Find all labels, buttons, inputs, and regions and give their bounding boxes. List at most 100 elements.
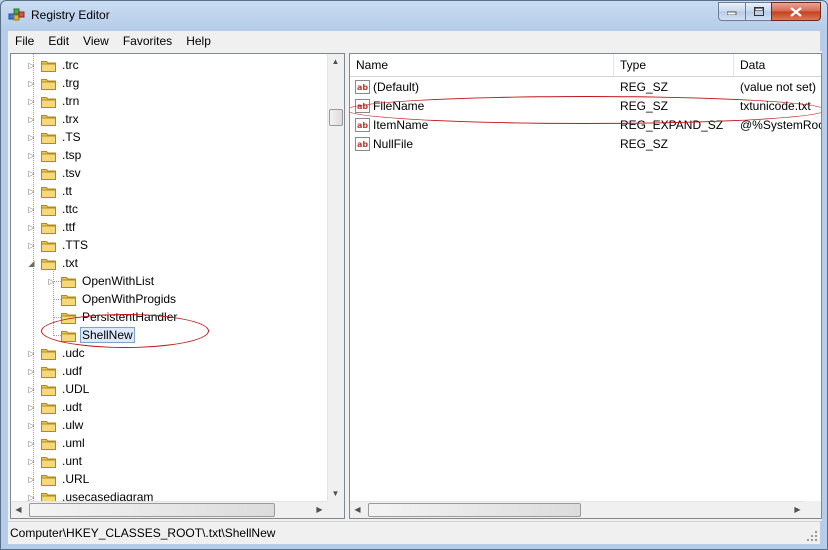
tree-item[interactable]: ▷ .trx — [27, 110, 81, 128]
expand-arrow-icon[interactable]: ▷ — [27, 223, 36, 232]
tree-item-label[interactable]: .TS — [60, 129, 83, 145]
menu-edit[interactable]: Edit — [41, 34, 76, 48]
tree-item-label[interactable]: .ttc — [60, 201, 80, 217]
list-horizontal-scrollbar[interactable]: ◀ ▶ — [350, 501, 805, 518]
tree-item-label[interactable]: OpenWithProgids — [80, 291, 178, 307]
minimize-button[interactable] — [718, 2, 745, 21]
value-type: REG_EXPAND_SZ — [620, 118, 724, 132]
tree-subitem[interactable]: OpenWithProgids — [47, 290, 178, 308]
tree-item[interactable]: ▷ .udt — [27, 398, 84, 416]
tree-hscroll-thumb[interactable] — [29, 503, 275, 517]
expand-arrow-icon[interactable]: ▷ — [27, 205, 36, 214]
list-hscroll-thumb[interactable] — [368, 503, 581, 517]
tree-item-label[interactable]: .ulw — [60, 417, 85, 433]
tree-item-label[interactable]: .TTS — [60, 237, 90, 253]
maximize-button[interactable] — [745, 2, 771, 21]
expand-arrow-icon[interactable]: ▷ — [27, 367, 36, 376]
tree-item[interactable]: ▷ .UDL — [27, 380, 91, 398]
expand-arrow-icon[interactable]: ▷ — [27, 241, 36, 250]
tree-item-label[interactable]: .udt — [60, 399, 84, 415]
menu-view[interactable]: View — [76, 34, 116, 48]
menu-help[interactable]: Help — [179, 34, 218, 48]
tree-item[interactable]: ▷ .tsp — [27, 146, 83, 164]
value-data: @%SystemRoot% — [740, 118, 821, 132]
tree-item-label[interactable]: .tt — [60, 183, 74, 199]
tree-subitem[interactable]: ▷ OpenWithList — [47, 272, 156, 290]
scroll-up-icon[interactable]: ▲ — [328, 54, 343, 69]
tree-item[interactable]: ▷ .ttf — [27, 218, 77, 236]
tree-item[interactable]: ▷ .tt — [27, 182, 74, 200]
tree-item-label[interactable]: .tsp — [60, 147, 83, 163]
tree-item-label[interactable]: .uml — [60, 435, 87, 451]
tree-item-label[interactable]: .trx — [60, 111, 81, 127]
expand-arrow-icon[interactable]: ▷ — [27, 403, 36, 412]
expand-arrow-icon[interactable]: ▷ — [27, 187, 36, 196]
expand-arrow-icon[interactable]: ▷ — [27, 61, 36, 70]
scroll-right-icon[interactable]: ▶ — [312, 502, 327, 517]
values-list[interactable]: Name Type Data ab (Default) REG_SZ (value n… — [349, 53, 822, 519]
scroll-left-icon[interactable]: ◀ — [350, 502, 365, 517]
title-bar[interactable]: Registry Editor — [1, 1, 827, 29]
expand-arrow-icon[interactable]: ▷ — [27, 133, 36, 142]
tree-item[interactable]: ▷ .URL — [27, 470, 91, 488]
expand-arrow-icon[interactable]: ▷ — [27, 385, 36, 394]
expand-arrow-icon[interactable]: ▷ — [27, 79, 36, 88]
tree-item-label[interactable]: .txt — [60, 255, 80, 271]
scroll-left-icon[interactable]: ◀ — [11, 502, 26, 517]
scroll-right-icon[interactable]: ▶ — [790, 502, 805, 517]
tree-item[interactable]: ◢ .txt — [27, 254, 80, 272]
tree-vertical-scrollbar[interactable]: ▲ ▼ — [327, 54, 344, 501]
tree-item[interactable]: ▷ .trn — [27, 92, 81, 110]
tree-item-label[interactable]: ShellNew — [80, 327, 135, 343]
expand-arrow-icon[interactable]: ▷ — [27, 421, 36, 430]
expand-arrow-icon[interactable]: ▷ — [27, 457, 36, 466]
expand-arrow-icon[interactable]: ▷ — [27, 439, 36, 448]
tree-item[interactable]: ▷ .TTS — [27, 236, 90, 254]
value-row[interactable]: ab FileName REG_SZ txtunicode.txt — [350, 97, 821, 116]
collapse-arrow-icon[interactable]: ◢ — [27, 259, 36, 268]
tree-item-label[interactable]: .UDL — [60, 381, 91, 397]
tree-item[interactable]: ▷ .tsv — [27, 164, 83, 182]
expand-arrow-icon[interactable]: ▷ — [27, 169, 36, 178]
tree-item-label[interactable]: .udf — [60, 363, 84, 379]
expand-arrow-icon[interactable]: ▷ — [27, 349, 36, 358]
expand-arrow-icon[interactable]: ▷ — [27, 97, 36, 106]
close-button[interactable] — [771, 2, 821, 21]
tree-item[interactable]: ▷ .unt — [27, 452, 84, 470]
tree-item[interactable]: ▷ .uml — [27, 434, 87, 452]
tree-item-label[interactable]: .URL — [60, 471, 91, 487]
tree-item[interactable]: ▷ .trc — [27, 56, 81, 74]
tree-item[interactable]: ▷ .ttc — [27, 200, 80, 218]
expand-arrow-icon[interactable]: ▷ — [27, 151, 36, 160]
tree-item-label[interactable]: PersistentHandler — [80, 309, 179, 325]
tree-item[interactable]: ▷ .ulw — [27, 416, 85, 434]
tree-item[interactable]: ▷ .udc — [27, 344, 87, 362]
tree-item-label[interactable]: OpenWithList — [80, 273, 156, 289]
tree-item[interactable]: ▷ .udf — [27, 362, 84, 380]
tree-item-label[interactable]: .udc — [60, 345, 87, 361]
tree-item-label[interactable]: .trg — [60, 75, 81, 91]
value-row[interactable]: ab (Default) REG_SZ (value not set) — [350, 78, 821, 97]
tree-item-label[interactable]: .tsv — [60, 165, 83, 181]
tree-horizontal-scrollbar[interactable]: ◀ ▶ — [11, 501, 327, 518]
resize-grip-icon[interactable] — [806, 530, 818, 542]
tree-item-label[interactable]: .trn — [60, 93, 81, 109]
menu-favorites[interactable]: Favorites — [116, 34, 179, 48]
tree-item[interactable]: ▷ .TS — [27, 128, 83, 146]
scroll-down-icon[interactable]: ▼ — [328, 486, 343, 501]
value-row[interactable]: ab ItemName REG_EXPAND_SZ @%SystemRoot% — [350, 116, 821, 135]
registry-tree[interactable]: ▷ .trc ▷ .trg ▷ .trn ▷ .trx ▷ .TS ▷ .tsp ▷ .tsv ▷ .tt ▷.… — [10, 53, 345, 519]
tree-subitem[interactable]: PersistentHandler — [47, 308, 179, 326]
menu-file[interactable]: File — [8, 34, 41, 48]
column-type[interactable]: Type — [614, 54, 734, 76]
expand-arrow-icon[interactable]: ▷ — [27, 475, 36, 484]
column-data[interactable]: Data — [734, 54, 821, 76]
tree-item-label[interactable]: .unt — [60, 453, 84, 469]
tree-item-label[interactable]: .ttf — [60, 219, 77, 235]
column-name[interactable]: Name — [350, 54, 614, 76]
tree-item-label[interactable]: .trc — [60, 57, 81, 73]
value-row[interactable]: ab NullFile REG_SZ — [350, 135, 821, 154]
tree-vscroll-thumb[interactable] — [329, 109, 343, 126]
tree-item[interactable]: ▷ .trg — [27, 74, 81, 92]
expand-arrow-icon[interactable]: ▷ — [27, 115, 36, 124]
